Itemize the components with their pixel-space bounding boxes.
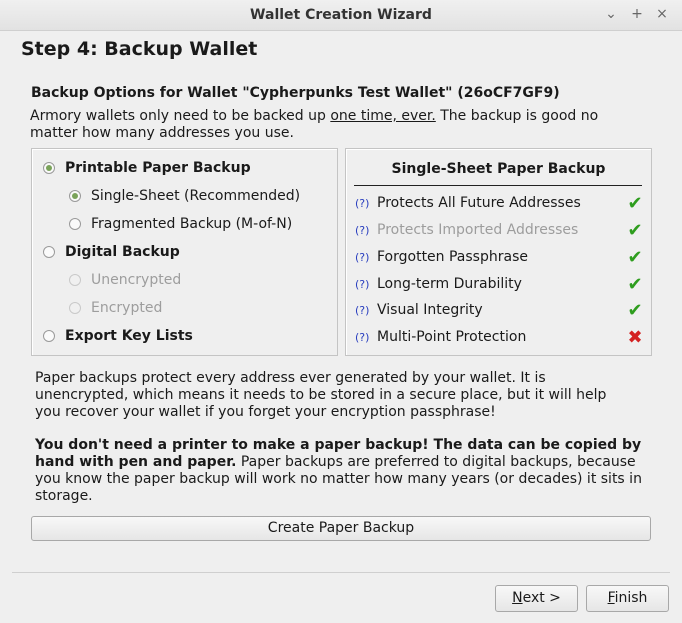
- radio-export-key-lists[interactable]: Export Key Lists: [43, 326, 193, 346]
- radio-fragmented-backup[interactable]: Fragmented Backup (M-of-N): [69, 214, 292, 234]
- feature-row-imported-addresses: (?) Protects Imported Addresses ✔: [355, 219, 645, 241]
- window-title: Wallet Creation Wizard: [250, 7, 432, 23]
- finish-button[interactable]: Finish: [586, 585, 669, 612]
- next-mnemonic: N: [512, 590, 523, 606]
- feature-label: Multi-Point Protection: [377, 329, 527, 345]
- step-title: Step 4: Backup Wallet: [21, 38, 258, 60]
- radio-label: Unencrypted: [91, 272, 182, 288]
- printer-note: You don't need a printer to make a paper…: [35, 437, 645, 505]
- feature-label: Forgotten Passphrase: [377, 249, 528, 265]
- feature-label: Long-term Durability: [377, 276, 522, 292]
- radio-digital-backup[interactable]: Digital Backup: [43, 242, 180, 262]
- radio-label: Single-Sheet (Recommended): [91, 188, 301, 204]
- radio-label: Printable Paper Backup: [65, 160, 251, 176]
- radio-label: Fragmented Backup (M-of-N): [91, 216, 293, 232]
- radio-button: [69, 302, 81, 314]
- radio-button[interactable]: [69, 218, 81, 230]
- intro-text-start: Armory wallets only need to be backed up: [30, 108, 331, 124]
- wizard-window: Wallet Creation Wizard ⌄ + × Step 4: Bac…: [0, 0, 682, 623]
- minimize-icon[interactable]: ⌄: [602, 5, 620, 23]
- radio-button[interactable]: [43, 330, 55, 342]
- radio-single-sheet[interactable]: Single-Sheet (Recommended): [69, 186, 300, 206]
- feature-row-long-term-durability: (?) Long-term Durability ✔: [355, 273, 645, 295]
- radio-label: Encrypted: [91, 300, 163, 316]
- check-icon: ✔: [627, 273, 643, 295]
- feature-row-forgotten-passphrase: (?) Forgotten Passphrase ✔: [355, 246, 645, 268]
- check-icon: ✔: [627, 246, 643, 268]
- help-icon[interactable]: (?): [355, 304, 377, 317]
- feature-row-visual-integrity: (?) Visual Integrity ✔: [355, 299, 645, 321]
- radio-unencrypted: Unencrypted: [69, 270, 181, 290]
- radio-button[interactable]: [43, 162, 55, 174]
- help-icon[interactable]: (?): [355, 278, 377, 291]
- title-bar[interactable]: Wallet Creation Wizard ⌄ + ×: [0, 0, 682, 31]
- radio-button: [69, 274, 81, 286]
- feature-row-future-addresses: (?) Protects All Future Addresses ✔: [355, 192, 645, 214]
- backup-options-title: Backup Options for Wallet "Cypherpunks T…: [31, 85, 560, 101]
- maximize-icon[interactable]: +: [628, 5, 646, 23]
- check-icon: ✔: [627, 219, 643, 241]
- feature-label: Protects All Future Addresses: [377, 195, 581, 211]
- radio-label: Export Key Lists: [65, 328, 193, 344]
- radio-label: Digital Backup: [65, 244, 180, 260]
- close-icon[interactable]: ×: [653, 5, 671, 23]
- footer-divider: [12, 572, 670, 573]
- feature-label: Visual Integrity: [377, 302, 483, 318]
- help-icon[interactable]: (?): [355, 197, 377, 210]
- divider: [354, 185, 642, 186]
- next-button[interactable]: Next >: [495, 585, 578, 612]
- backup-options-panel: Printable Paper Backup Single-Sheet (Rec…: [31, 148, 338, 356]
- intro-text-underlined: one time, ever.: [330, 108, 436, 124]
- cross-icon: ✖: [627, 326, 643, 348]
- help-icon[interactable]: (?): [355, 331, 377, 344]
- radio-button[interactable]: [43, 246, 55, 258]
- feature-summary-title: Single-Sheet Paper Backup: [391, 161, 606, 177]
- check-icon: ✔: [627, 192, 643, 214]
- intro-text: Armory wallets only need to be backed up…: [30, 108, 640, 142]
- feature-label: Protects Imported Addresses: [377, 222, 579, 238]
- radio-encrypted: Encrypted: [69, 298, 162, 318]
- paper-backup-description: Paper backups protect every address ever…: [35, 370, 607, 420]
- radio-button[interactable]: [69, 190, 81, 202]
- check-icon: ✔: [627, 299, 643, 321]
- next-label: ext >: [522, 590, 561, 606]
- help-icon[interactable]: (?): [355, 251, 377, 264]
- finish-label: inish: [614, 590, 648, 606]
- feature-summary-panel: Single-Sheet Paper Backup (?) Protects A…: [345, 148, 652, 356]
- help-icon[interactable]: (?): [355, 224, 377, 237]
- radio-printable-paper-backup[interactable]: Printable Paper Backup: [43, 158, 251, 178]
- finish-mnemonic: F: [607, 590, 615, 606]
- create-paper-backup-button[interactable]: Create Paper Backup: [31, 516, 651, 541]
- feature-row-multi-point-protection: (?) Multi-Point Protection ✖: [355, 326, 645, 348]
